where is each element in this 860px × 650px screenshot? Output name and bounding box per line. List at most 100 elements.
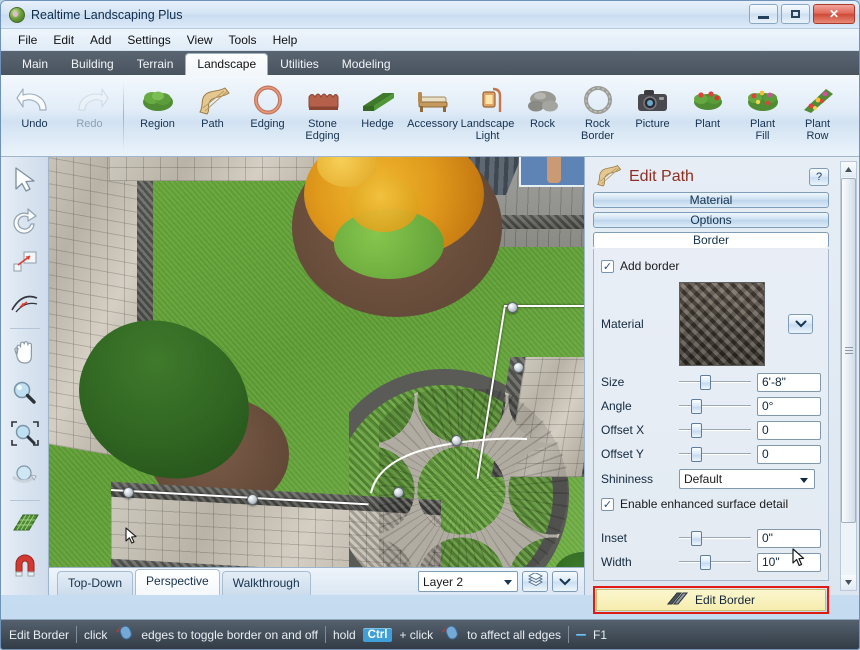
add-border-checkbox[interactable]: ✓: [601, 259, 614, 273]
plant-tool-button[interactable]: Plant: [680, 78, 735, 131]
plant-row-tool-button[interactable]: Plant Row: [790, 78, 845, 142]
width-slider[interactable]: [679, 553, 751, 571]
tab-landscape[interactable]: Landscape: [185, 53, 269, 75]
material-swatch[interactable]: [679, 282, 765, 366]
view-tab-perspective[interactable]: Perspective: [135, 569, 220, 595]
slider-thumb[interactable]: [691, 531, 703, 546]
path-vertex-handle[interactable]: [507, 302, 518, 313]
tab-building[interactable]: Building: [60, 54, 125, 75]
rotate-icon: [11, 207, 39, 237]
menu-item-tools[interactable]: Tools: [221, 31, 265, 49]
size-slider[interactable]: [679, 373, 751, 391]
view-tab-top-down[interactable]: Top-Down: [57, 571, 134, 595]
inset-label: Inset: [601, 531, 628, 545]
rock-tool-button[interactable]: Rock: [515, 78, 570, 131]
rotate-tool-button[interactable]: [4, 202, 46, 242]
path-vertex-handle[interactable]: [513, 362, 524, 373]
status-text-plus-click: + click: [399, 627, 434, 642]
layer-select[interactable]: Layer 2: [418, 571, 518, 592]
edging-label: Edging: [250, 118, 285, 130]
options-section-button[interactable]: Options: [593, 212, 829, 228]
accessory-tool-button[interactable]: Accessory: [405, 78, 460, 131]
grid-toggle-button[interactable]: [4, 505, 46, 545]
minimize-button[interactable]: [749, 4, 778, 24]
edging-tool-button[interactable]: Edging: [240, 78, 295, 131]
hedge-tool-button[interactable]: Hedge: [350, 78, 405, 131]
offset-y-value[interactable]: 0: [757, 444, 821, 464]
snap-toggle-button[interactable]: [4, 546, 46, 586]
tab-main[interactable]: Main: [11, 54, 59, 75]
scroll-up-arrow-icon[interactable]: [841, 162, 856, 177]
close-button[interactable]: ✕: [813, 4, 855, 24]
path-vertex-handle[interactable]: [247, 494, 258, 505]
tab-terrain[interactable]: Terrain: [126, 54, 185, 75]
tab-modeling[interactable]: Modeling: [331, 54, 402, 75]
enhanced-detail-label: Enable enhanced surface detail: [620, 497, 789, 511]
rock-icon: [523, 83, 563, 117]
angle-slider[interactable]: [679, 397, 751, 415]
undo-label: Undo: [21, 118, 48, 130]
border-section-button[interactable]: Border: [593, 232, 829, 248]
angle-value[interactable]: 0°: [757, 396, 821, 416]
offset-x-value[interactable]: 0: [757, 420, 821, 440]
material-dropdown-button[interactable]: [788, 314, 813, 334]
inset-value[interactable]: 0": [757, 528, 821, 548]
menu-item-edit[interactable]: Edit: [45, 31, 82, 49]
edit-border-button[interactable]: Edit Border: [596, 589, 826, 611]
menu-item-add[interactable]: Add: [82, 31, 119, 49]
slider-thumb[interactable]: [691, 447, 703, 462]
bend-tool-button[interactable]: [4, 284, 46, 324]
path-vertex-handle[interactable]: [123, 487, 134, 498]
stone-edging-tool-button[interactable]: Stone Edging: [295, 78, 350, 142]
main-toolbar: Undo Redo Region Path Edging Stone Edgin…: [1, 75, 859, 157]
select-tool-button[interactable]: [4, 161, 46, 201]
menu-item-view[interactable]: View: [179, 31, 221, 49]
3d-viewport[interactable]: 🍂 🔍 ✋ ↕ Top-Down Perspective Walkthrough…: [49, 157, 584, 595]
layers-button[interactable]: [522, 571, 548, 592]
path-vertex-handle[interactable]: [451, 435, 462, 446]
shininess-row: Shininess Default: [601, 466, 821, 492]
slider-track: [679, 381, 751, 383]
panel-scrollbar[interactable]: [840, 161, 857, 591]
plant-fill-icon: [743, 83, 783, 117]
slider-thumb[interactable]: [691, 423, 703, 438]
zoom-tool-button[interactable]: [4, 374, 46, 414]
redo-button[interactable]: Redo: [62, 78, 117, 131]
picture-tool-button[interactable]: Picture: [625, 78, 680, 131]
path-vertex-handle[interactable]: [393, 487, 404, 498]
region-tool-button[interactable]: Region: [130, 78, 185, 131]
layer-dropdown-button[interactable]: [552, 571, 578, 592]
tab-utilities[interactable]: Utilities: [269, 54, 330, 75]
scrollbar-thumb[interactable]: [841, 178, 856, 523]
inset-slider[interactable]: [679, 529, 751, 547]
scroll-down-arrow-icon[interactable]: [841, 575, 856, 590]
accessory-label: Accessory: [407, 118, 458, 130]
size-value[interactable]: 6'-8": [757, 372, 821, 392]
path-tool-button[interactable]: Path: [185, 78, 240, 131]
enhanced-detail-checkbox[interactable]: ✓: [601, 497, 614, 511]
scale-tool-button[interactable]: [4, 243, 46, 283]
zoom-region-tool-button[interactable]: [4, 415, 46, 455]
plant-fill-tool-button[interactable]: Plant Fill: [735, 78, 790, 142]
slider-thumb[interactable]: [699, 375, 711, 390]
offset-x-slider[interactable]: [679, 421, 751, 439]
maximize-button[interactable]: [781, 4, 810, 24]
material-section-button[interactable]: Material: [593, 192, 829, 208]
menu-item-file[interactable]: File: [10, 31, 45, 49]
width-value[interactable]: 10": [757, 552, 821, 572]
pan-tool-button[interactable]: [4, 333, 46, 373]
scrollbar-track[interactable]: [841, 523, 856, 575]
orbit-tool-button[interactable]: [4, 456, 46, 496]
shininess-select[interactable]: Default: [679, 469, 815, 489]
undo-button[interactable]: Undo: [7, 78, 62, 131]
menu-item-help[interactable]: Help: [265, 31, 306, 49]
help-button[interactable]: ?: [809, 167, 829, 186]
menu-item-settings[interactable]: Settings: [119, 31, 178, 49]
landscape-light-tool-button[interactable]: Landscape Light: [460, 78, 515, 142]
slider-thumb[interactable]: [699, 555, 711, 570]
view-tab-walkthrough[interactable]: Walkthrough: [221, 571, 311, 595]
rock-border-tool-button[interactable]: Rock Border: [570, 78, 625, 142]
offset-y-slider[interactable]: [679, 445, 751, 463]
scale-icon: [11, 249, 39, 278]
slider-thumb[interactable]: [691, 399, 703, 414]
